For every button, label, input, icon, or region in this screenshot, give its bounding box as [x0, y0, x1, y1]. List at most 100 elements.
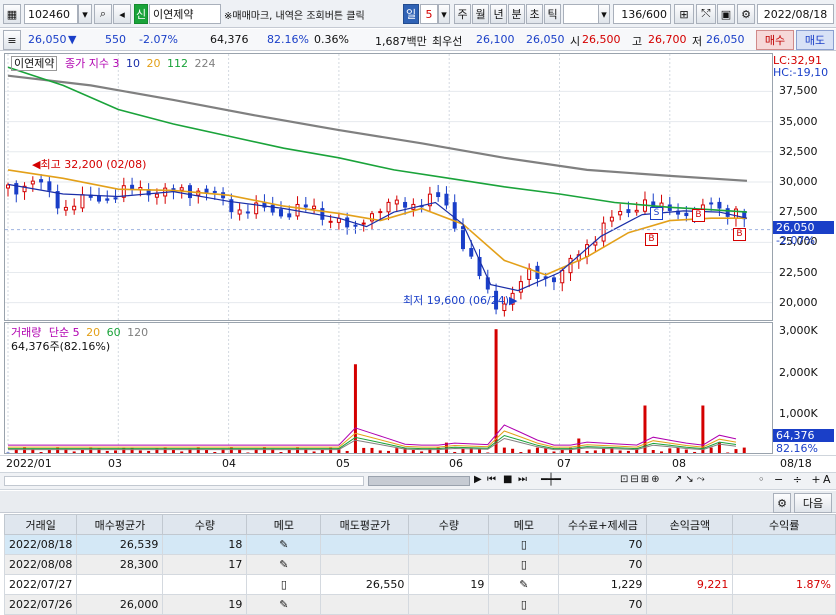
- stock-name-field[interactable]: 이연제약: [149, 4, 221, 24]
- col-sell-memo[interactable]: 메모: [488, 514, 560, 535]
- volume-bar: [668, 448, 672, 453]
- col-profit[interactable]: 손익금액: [646, 514, 734, 535]
- sell-button[interactable]: 매도: [796, 30, 834, 50]
- col-sell-qty[interactable]: 수량: [408, 514, 490, 535]
- cell-sell-avg: [320, 534, 410, 555]
- trend-line-icon[interactable]: ⤲: [696, 4, 716, 24]
- low-marker: 최저 19,600 (06/24)▶: [403, 294, 518, 307]
- col-buy-memo[interactable]: 메모: [246, 514, 322, 535]
- settings-icon[interactable]: ⚙: [737, 4, 755, 24]
- candle: [361, 222, 366, 225]
- next-button[interactable]: 다음: [794, 493, 832, 513]
- cell-date: 2022/08/18: [3, 534, 78, 555]
- volume-bar: [362, 447, 366, 453]
- memo-page-icon[interactable]: ▯: [246, 574, 322, 595]
- col-trade-date[interactable]: 거래일: [3, 514, 78, 535]
- data-count-field[interactable]: 136/600: [613, 4, 671, 24]
- cell-buy-avg: 26,000: [76, 594, 164, 615]
- volume-bar: [552, 451, 556, 453]
- date-tick-label: 07: [557, 457, 571, 470]
- rewind-icon[interactable]: ⏮: [487, 474, 496, 485]
- col-return[interactable]: 수익률: [732, 514, 836, 535]
- candle: [204, 188, 209, 193]
- memo-edit-icon[interactable]: ✎: [246, 534, 322, 555]
- price-chart[interactable]: 이연제약 종가 지수 3 10 20 112 224 ◀최고 32,200 (0…: [4, 53, 773, 321]
- buy-mark[interactable]: B: [692, 209, 705, 222]
- stop-icon[interactable]: ■: [503, 474, 512, 485]
- cell-fee: 70: [558, 554, 648, 575]
- scroll-track[interactable]: [4, 476, 364, 486]
- tab-period-minute[interactable]: 분: [508, 4, 525, 24]
- buy-mark[interactable]: B: [733, 228, 746, 241]
- drawing-tools-icon[interactable]: ⊡⊟⊞⊕: [620, 474, 662, 485]
- volume-bar: [279, 452, 283, 453]
- forward-icon[interactable]: ⏭: [518, 474, 527, 485]
- cell-profit: 9,221: [646, 574, 734, 595]
- memo-edit-icon[interactable]: ✎: [246, 594, 322, 615]
- candle: [403, 201, 408, 208]
- cell-date: 2022/08/08: [3, 554, 78, 575]
- table-row[interactable]: 2022/08/08 28,300 17 ✎ ▯ 70: [3, 554, 836, 575]
- chart-scroll-bar[interactable]: ▶ ⏮ ■ ⏭ ━┿━ ⊡⊟⊞⊕ ↗↘⤳ ◦ − ÷ + A: [0, 472, 836, 490]
- candle: [378, 211, 383, 214]
- tab-period-year[interactable]: 년: [490, 4, 507, 24]
- cell-sell-avg: [320, 554, 410, 575]
- memo-page-icon[interactable]: ▯: [488, 594, 560, 615]
- volume-bar: [72, 451, 76, 453]
- list-icon[interactable]: ≡: [3, 30, 21, 50]
- volume-chart[interactable]: 거래량 단순 5 20 60 120 64,376주(82.16%): [4, 322, 773, 454]
- tick-dropdown-icon[interactable]: ▾: [598, 4, 610, 24]
- credit-badge: 신: [134, 4, 148, 24]
- buy-button[interactable]: 매수: [756, 30, 794, 50]
- x-axis: 2022/01 03 04 05 06 07 08 08/18: [0, 455, 836, 471]
- col-buy-avg[interactable]: 매수평균가: [76, 514, 164, 535]
- col-buy-qty[interactable]: 수량: [162, 514, 248, 535]
- tab-period-tick[interactable]: 틱: [544, 4, 561, 24]
- code-dropdown-icon[interactable]: ▾: [78, 4, 92, 24]
- volume-bar: [47, 449, 51, 453]
- cell-sell-qty: 19: [408, 574, 490, 595]
- cell-fee: 1,229: [558, 574, 648, 595]
- col-sell-avg[interactable]: 매도평균가: [320, 514, 410, 535]
- low-marker-arrow-icon: ▶: [509, 294, 518, 307]
- tab-period-week[interactable]: 주: [454, 4, 471, 24]
- memo-edit-icon[interactable]: ✎: [488, 574, 560, 595]
- cell-buy-qty: 17: [162, 554, 248, 575]
- volume-bar: [453, 451, 457, 453]
- table-row[interactable]: 2022/07/27 ▯ 26,550 19 ✎ 1,229 9,221 1.8…: [3, 574, 836, 595]
- tab-period-day[interactable]: 일: [403, 4, 419, 24]
- buy-mark[interactable]: B: [645, 233, 658, 246]
- volume-bar: [180, 451, 184, 453]
- indicator-icon[interactable]: ⊞: [674, 4, 694, 24]
- zoom-controls-icon[interactable]: ◦ − ÷ +: [758, 473, 824, 486]
- volume-bar: [320, 449, 324, 453]
- table-row[interactable]: 2022/07/26 26,000 19 ✎ ▯ 70: [3, 594, 836, 615]
- grid-icon[interactable]: ▦: [3, 4, 21, 24]
- zoom-slider-icon[interactable]: ━┿━: [541, 473, 561, 486]
- memo-page-icon[interactable]: ▯: [488, 534, 560, 555]
- tab-period-month[interactable]: 월: [472, 4, 489, 24]
- speaker-icon[interactable]: ◂: [113, 4, 131, 24]
- col-fee-tax[interactable]: 수수료+제세금: [558, 514, 648, 535]
- open-price: 26,500: [582, 33, 621, 46]
- legend-ma20: 20: [146, 57, 161, 70]
- period-dropdown-icon[interactable]: ▾: [438, 4, 450, 24]
- text-tool-icon[interactable]: A: [823, 473, 831, 486]
- stock-code-input[interactable]: 102460: [24, 4, 78, 24]
- line-tools-icon[interactable]: ↗↘⤳: [674, 474, 708, 485]
- tab-period-second[interactable]: 초: [526, 4, 543, 24]
- memo-page-icon[interactable]: ▯: [488, 554, 560, 575]
- candle: [469, 248, 474, 257]
- scroll-right-icon[interactable]: ▶: [474, 474, 482, 485]
- save-icon[interactable]: ▣: [717, 4, 735, 24]
- date-field[interactable]: 2022/08/18: [757, 4, 834, 24]
- scroll-thumb[interactable]: [368, 476, 470, 486]
- table-row[interactable]: 2022/08/18 26,539 18 ✎ ▯ 70: [3, 534, 836, 555]
- period-count-field[interactable]: 5: [420, 4, 438, 24]
- sell-mark[interactable]: S: [650, 207, 663, 220]
- price-tick-label: 20,000: [779, 295, 818, 309]
- search-icon[interactable]: ⌕: [94, 4, 112, 24]
- memo-edit-icon[interactable]: ✎: [246, 554, 322, 575]
- cell-buy-qty: 19: [162, 594, 248, 615]
- panel-settings-icon[interactable]: ⚙: [773, 493, 791, 513]
